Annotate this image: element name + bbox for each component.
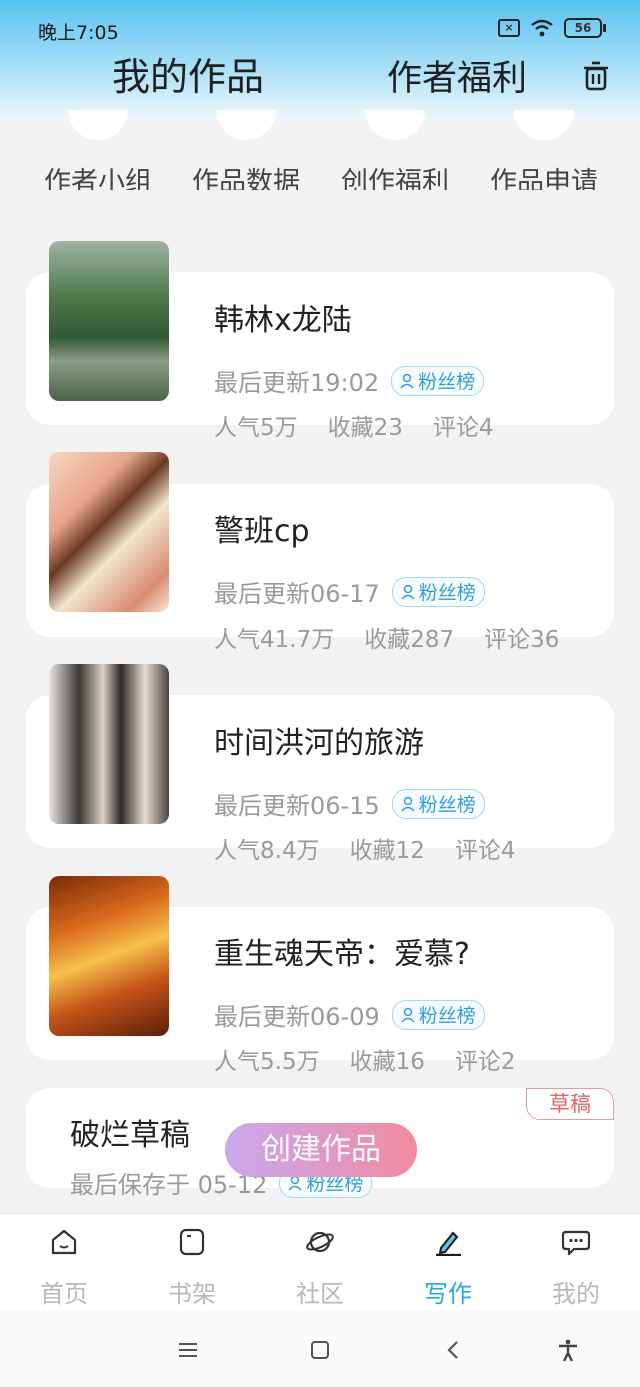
work-updated: 最后更新06-15 粉丝榜 — [214, 786, 485, 821]
fan-rank-badge[interactable]: 粉丝榜 — [391, 788, 485, 819]
quick-link-icon — [514, 110, 574, 140]
work-comments: 评论36 — [484, 627, 560, 653]
work-title[interactable]: 时间洪河的旅游 — [214, 718, 424, 762]
work-title[interactable]: 警班cp — [214, 506, 310, 550]
work-updated: 最后更新06-17 粉丝榜 — [214, 574, 485, 609]
menu-icon[interactable] — [176, 1338, 200, 1362]
work-stats: 人气5万 收藏23 评论4 — [214, 408, 494, 442]
work-title[interactable]: 韩林x龙陆 — [214, 295, 352, 339]
work-comments: 评论4 — [454, 838, 516, 864]
user-icon — [400, 373, 414, 389]
header: 晚上7:05 × 56 我的作品 作者福利 — [0, 0, 640, 120]
work-cover-image[interactable] — [49, 664, 169, 824]
work-updated: 最后更新19:02 粉丝榜 — [214, 363, 485, 398]
work-title[interactable]: 重生魂天帝：爱慕? — [214, 929, 470, 973]
wifi-icon — [531, 19, 553, 37]
work-comments: 评论4 — [432, 415, 494, 441]
work-popularity: 人气8.4万 — [214, 838, 320, 864]
bookshelf-icon — [179, 1228, 205, 1256]
work-popularity: 人气5.5万 — [214, 1049, 320, 1075]
user-icon — [401, 1007, 415, 1023]
quick-link-icon — [216, 110, 276, 140]
tab-my-works[interactable]: 我的作品 — [112, 46, 264, 101]
system-nav-bar — [0, 1310, 640, 1387]
nav-mine[interactable]: 我的 — [526, 1228, 626, 1309]
nav-home[interactable]: 首页 — [14, 1228, 114, 1309]
quick-links: 作者小组 作品数据 创作福利 作品申请 — [0, 110, 640, 190]
work-stats: 人气41.7万 收藏287 评论36 — [214, 620, 559, 654]
work-favorites: 收藏287 — [364, 627, 455, 653]
create-work-button[interactable]: 创建作品 — [225, 1123, 417, 1177]
work-favorites: 收藏12 — [349, 838, 425, 864]
fan-rank-badge[interactable]: 粉丝榜 — [391, 999, 485, 1030]
work-cover-image[interactable] — [49, 241, 169, 401]
home-icon — [51, 1229, 77, 1255]
quick-link-icon — [365, 110, 425, 140]
back-icon[interactable] — [442, 1338, 466, 1362]
draft-title[interactable]: 破烂草稿 — [70, 1110, 190, 1154]
work-popularity: 人气41.7万 — [214, 627, 335, 653]
quick-link-work-apply[interactable]: 作品申请 — [479, 110, 609, 190]
work-stats: 人气8.4万 收藏12 评论4 — [214, 831, 516, 865]
work-cover-image[interactable] — [49, 876, 169, 1036]
user-icon — [401, 584, 415, 600]
quick-link-icon — [68, 110, 128, 140]
chat-bubble-icon — [561, 1230, 591, 1256]
work-popularity: 人气5万 — [214, 415, 298, 441]
status-icons: × 56 — [498, 18, 606, 38]
user-icon — [401, 796, 415, 812]
trash-icon[interactable] — [582, 60, 610, 92]
work-comments: 评论2 — [454, 1049, 516, 1075]
nav-write[interactable]: 写作 — [398, 1228, 498, 1309]
quick-link-creation-welfare[interactable]: 创作福利 — [330, 110, 460, 190]
nav-community[interactable]: 社区 — [270, 1228, 370, 1309]
fan-rank-badge[interactable]: 粉丝榜 — [391, 365, 485, 396]
battery-icon: 56 — [564, 18, 606, 38]
work-cover-image[interactable] — [49, 452, 169, 612]
status-time: 晚上7:05 — [38, 22, 119, 44]
work-stats: 人气5.5万 收藏16 评论2 — [214, 1042, 516, 1076]
quick-link-author-group[interactable]: 作者小组 — [33, 110, 163, 190]
work-updated: 最后更新06-09 粉丝榜 — [214, 997, 485, 1032]
work-favorites: 收藏16 — [349, 1049, 425, 1075]
bottom-nav: 首页 书架 社区 写作 我的 — [0, 1213, 640, 1311]
no-sim-icon: × — [498, 19, 520, 37]
quick-link-work-data[interactable]: 作品数据 — [181, 110, 311, 190]
planet-icon — [306, 1231, 334, 1253]
draft-tag: 草稿 — [526, 1088, 614, 1120]
home-square-icon[interactable] — [308, 1338, 332, 1362]
work-favorites: 收藏23 — [327, 415, 403, 441]
fan-rank-badge[interactable]: 粉丝榜 — [391, 576, 485, 607]
tab-author-welfare[interactable]: 作者福利 — [387, 50, 527, 101]
nav-bookshelf[interactable]: 书架 — [142, 1228, 242, 1309]
accessibility-icon[interactable] — [556, 1338, 580, 1362]
pen-icon — [436, 1231, 461, 1257]
